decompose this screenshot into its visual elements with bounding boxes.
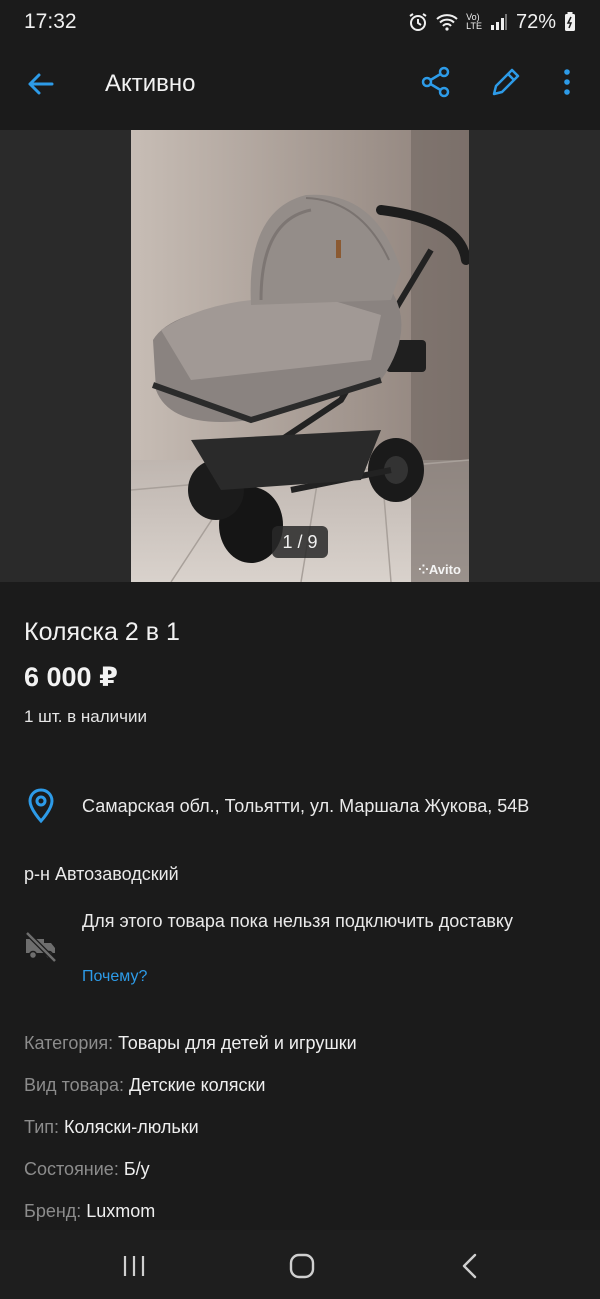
photo-gallery[interactable]: 1 / 9 ⁘Avito	[0, 130, 600, 582]
location-pin-icon	[28, 788, 54, 824]
property-row: Вид товара: Детские коляски	[24, 1064, 357, 1106]
status-time: 17:32	[24, 10, 77, 33]
property-key: Тип:	[24, 1116, 60, 1137]
property-key: Вид товара:	[24, 1074, 125, 1095]
property-row: Тип: Коляски-люльки	[24, 1106, 357, 1148]
recents-icon[interactable]	[114, 1252, 154, 1280]
app-bar: Активно	[0, 44, 600, 124]
listing-photo[interactable]	[131, 130, 469, 582]
stock-info: 1 шт. в наличии	[24, 707, 148, 726]
wifi-icon	[436, 13, 458, 31]
avito-dots-icon: ⁘	[418, 562, 429, 577]
back-arrow-icon[interactable]	[22, 66, 58, 102]
back-icon[interactable]	[450, 1252, 490, 1280]
volte-icon: Vo) LTE	[466, 13, 482, 31]
property-value: Коляски-люльки	[64, 1116, 199, 1137]
listing-title: Коляска 2 в 1	[24, 618, 180, 646]
address-text: Самарская обл., Тольятти, ул. Маршала Жу…	[82, 796, 530, 816]
more-vertical-icon[interactable]	[554, 64, 580, 100]
why-link[interactable]: Почему?	[82, 968, 147, 986]
edit-icon[interactable]	[488, 64, 524, 100]
battery-icon	[564, 12, 576, 32]
property-value: Б/у	[123, 1158, 150, 1179]
property-row: Бренд: Luxmom	[24, 1190, 357, 1232]
property-row: Состояние: Б/у	[24, 1148, 357, 1190]
battery-percent: 72%	[515, 10, 556, 33]
property-key: Бренд:	[24, 1200, 82, 1221]
system-nav-bar	[0, 1230, 600, 1299]
alarm-icon	[408, 12, 428, 32]
property-key: Состояние:	[24, 1158, 119, 1179]
share-icon[interactable]	[418, 64, 454, 100]
district-text: р-н Автозаводский	[24, 864, 179, 884]
status-bar: 17:32 Vo) LTE 72%	[0, 0, 600, 44]
property-row: Категория: Товары для детей и игрушки	[24, 1022, 357, 1064]
page-title: Активно	[105, 70, 196, 97]
watermark-text: Avito	[428, 562, 461, 577]
property-value: Luxmom	[86, 1200, 156, 1221]
avito-watermark: ⁘Avito	[418, 562, 461, 578]
volte-label-bottom: LTE	[466, 21, 482, 31]
home-icon[interactable]	[282, 1252, 322, 1280]
delivery-text: Для этого товара пока нельзя подключить …	[82, 911, 513, 931]
property-value: Товары для детей и игрушки	[118, 1032, 357, 1053]
status-icons: Vo) LTE 72%	[408, 11, 576, 34]
properties-list: Категория: Товары для детей и игрушки Вид…	[24, 1022, 357, 1232]
location-row[interactable]: Самарская обл., Тольятти, ул. Маршала Жу…	[24, 788, 584, 824]
property-value: Детские коляски	[129, 1074, 266, 1095]
property-key: Категория:	[24, 1032, 114, 1053]
delivery-unavailable-icon	[24, 930, 58, 964]
photo-counter: 1 / 9	[272, 526, 328, 558]
signal-icon	[490, 13, 508, 31]
listing-price: 6 000 ₽	[24, 662, 118, 692]
